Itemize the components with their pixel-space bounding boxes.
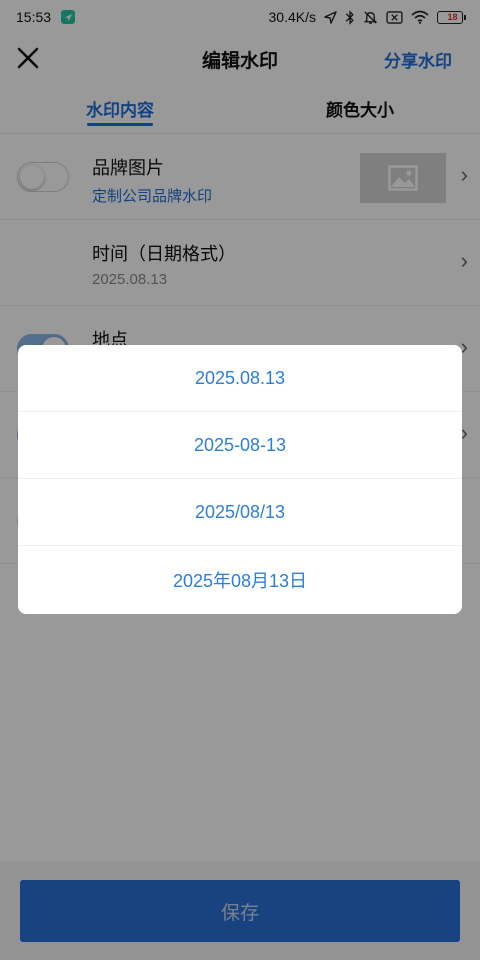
date-format-option-chinese[interactable]: 2025年08月13日 bbox=[18, 546, 462, 613]
date-format-dialog: 2025.08.13 2025-08-13 2025/08/13 2025年08… bbox=[18, 345, 462, 614]
date-format-option-dash[interactable]: 2025-08-13 bbox=[18, 412, 462, 479]
date-format-option-dot[interactable]: 2025.08.13 bbox=[18, 345, 462, 412]
date-format-option-slash[interactable]: 2025/08/13 bbox=[18, 479, 462, 546]
